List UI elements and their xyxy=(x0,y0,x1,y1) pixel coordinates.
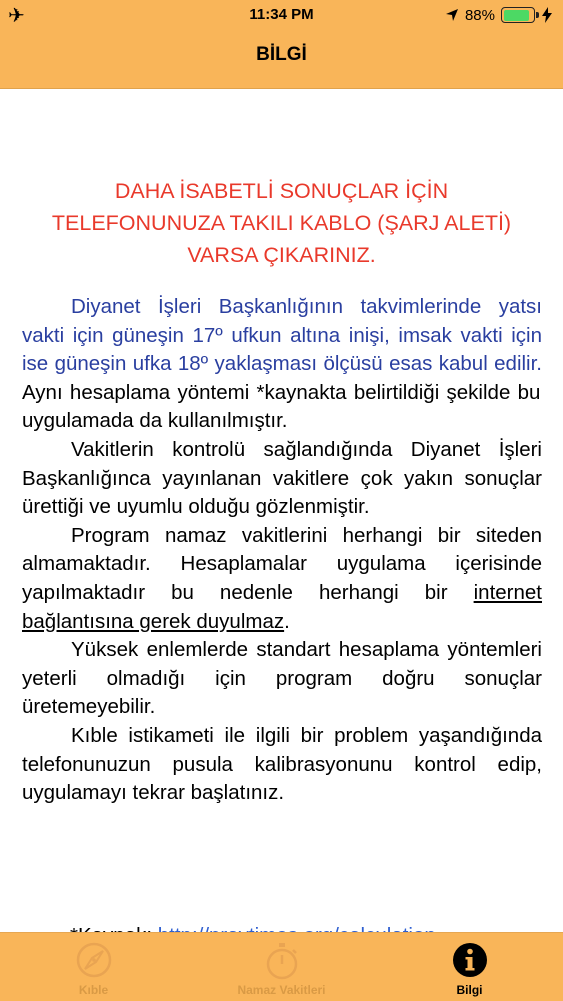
paragraph-offline: Program namaz vakitlerini herhangi bir s… xyxy=(22,523,542,633)
info-text: Diyanet İşleri Başkanlığının takvimlerin… xyxy=(22,293,542,808)
tab-bilgi[interactable]: Bilgi xyxy=(376,933,563,1001)
battery-icon xyxy=(501,7,539,23)
source-label: *Kaynak: xyxy=(70,924,158,932)
paragraph-accuracy: Vakitlerin kontrolü sağlandığında Diyane… xyxy=(22,437,542,519)
tab-label-namaz-vakitleri: Namaz Vakitleri xyxy=(237,983,326,997)
info-icon xyxy=(452,943,487,977)
page-title: BİLGİ xyxy=(256,44,307,65)
status-right-group: 88% xyxy=(445,5,553,25)
charging-bolt-icon xyxy=(542,7,552,23)
tab-label-kible: Kıble xyxy=(78,983,109,997)
info-content[interactable]: DAHA İSABETLİ SONUÇLAR İÇİN TELEFONUNUZA… xyxy=(0,89,563,932)
status-bar: ✈ 11:34 PM 88% xyxy=(0,0,563,32)
tab-bar: Kıble Namaz Vakitleri Bilgi xyxy=(0,932,563,1001)
top-bar: ✈ 11:34 PM 88% BİLGİ xyxy=(0,0,563,89)
paragraph-qibla: Kıble istikameti ile ilgili bir problem … xyxy=(22,723,542,805)
calculation-method-note: Aynı hesaplama yöntemi *kaynakta belirti… xyxy=(22,380,541,433)
warning-message: DAHA İSABETLİ SONUÇLAR İÇİN TELEFONUNUZA… xyxy=(51,179,512,267)
tab-label-bilgi: Bilgi xyxy=(456,983,483,997)
compass-icon xyxy=(76,942,111,978)
stopwatch-icon xyxy=(266,943,297,980)
paragraph-calculation: Diyanet İşleri Başkanlığının takvimlerin… xyxy=(22,293,542,436)
paragraph-high-latitude: Yüksek enlemlerde standart hesaplama yön… xyxy=(22,638,542,719)
battery-level-fill xyxy=(503,9,530,21)
tab-namaz-vakitleri[interactable]: Namaz Vakitleri xyxy=(188,933,375,1001)
battery-percent: 88% xyxy=(464,6,495,24)
calculation-method-text: Diyanet İşleri Başkanlığının takvimlerin… xyxy=(22,295,542,376)
tab-kible[interactable]: Kıble xyxy=(0,933,187,1001)
location-arrow-icon xyxy=(445,9,458,21)
source-link[interactable]: http://praytimes.org/calculation xyxy=(158,924,436,932)
source-line: *Kaynak: http://praytimes.org/calculatio… xyxy=(70,924,436,932)
